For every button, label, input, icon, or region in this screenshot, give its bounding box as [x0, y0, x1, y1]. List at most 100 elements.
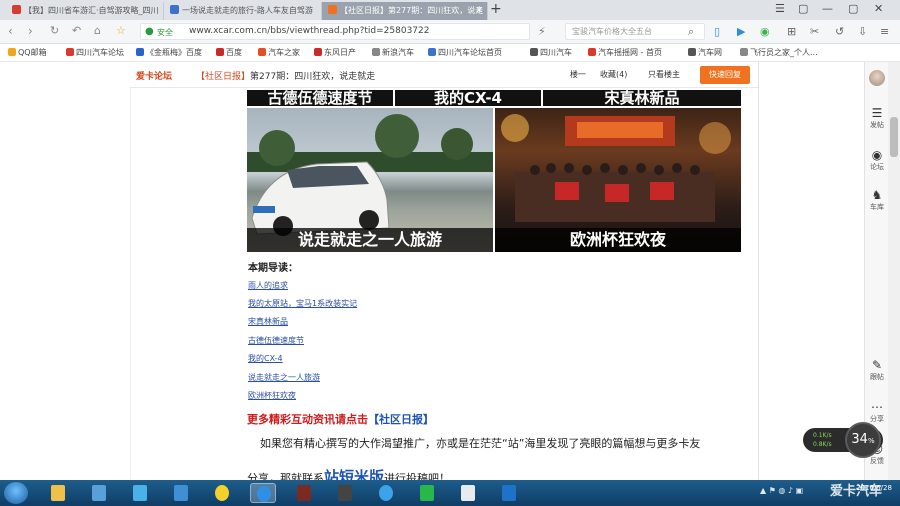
page-divider	[130, 88, 131, 480]
menu-icon[interactable]: ≡	[880, 25, 889, 38]
browser-tab-active[interactable]: 【社区日报】第277期：四川狂欢，说走 ✕	[322, 2, 488, 20]
taskbar-app[interactable]	[455, 483, 481, 503]
bookmark-label: 汽车网	[698, 48, 722, 57]
taskbar-app[interactable]	[168, 483, 194, 503]
sidebar-item-reply[interactable]: ✎ 跟帖	[865, 358, 889, 382]
bookmark[interactable]: 汽车摇摇网 - 首页	[588, 47, 662, 58]
toc-link[interactable]: 古德伍德速度节	[248, 335, 304, 346]
browser-tab[interactable]: 【我】四川省车游汇·自驾游攻略_四川	[6, 2, 164, 20]
bookmark-label: 新浪汽车	[382, 48, 414, 57]
only-author-link[interactable]: 只看楼主	[648, 69, 680, 80]
taskbar-app[interactable]	[414, 483, 440, 503]
minimize-button[interactable]: —	[822, 2, 833, 15]
first-floor-link[interactable]: 楼一	[570, 69, 586, 80]
bookmark[interactable]: 东风日产	[314, 47, 356, 58]
taskbar-app[interactable]	[45, 483, 71, 503]
toc-link[interactable]: 说走就走之一人旅游	[248, 372, 320, 383]
undo-icon[interactable]: ↺	[835, 25, 844, 38]
toc-link[interactable]: 我的太原站，宝马1系改装实记	[248, 298, 357, 309]
taskbar-app[interactable]	[332, 483, 358, 503]
scissors-icon[interactable]: ✂	[810, 25, 819, 38]
bookmark[interactable]: 汽车网	[688, 47, 722, 58]
taskbar-app[interactable]	[127, 483, 153, 503]
download-icon[interactable]: ⇩	[858, 25, 867, 38]
sidebar-item-post[interactable]: ☰ 发帖	[865, 106, 889, 130]
system-tray[interactable]: ▲ ⚑ ◍ ♪ ▣	[760, 486, 803, 495]
taskbar-app[interactable]	[86, 483, 112, 503]
image-strip: 我的CX-4	[395, 90, 541, 106]
bookmark-label: 四川汽车	[540, 48, 572, 57]
bookmark[interactable]: 四川汽车论坛	[66, 47, 124, 58]
forward-icon[interactable]: ›	[28, 24, 33, 38]
undo-icon[interactable]: ↶	[72, 24, 81, 37]
bookmark[interactable]: 新浪汽车	[372, 47, 414, 58]
qq-icon	[215, 485, 229, 501]
search-input[interactable]: 宝骏汽车价格大全五台	[565, 23, 705, 40]
search-icon[interactable]: ⌕	[688, 25, 694, 39]
taskbar-app[interactable]	[373, 483, 399, 503]
taskbar-app[interactable]	[209, 483, 235, 503]
tab-label: 【社区日报】第277期：四川狂欢，说走	[340, 6, 484, 15]
home-icon[interactable]: ⌂	[94, 24, 101, 37]
promo-link[interactable]: 【社区日报】	[368, 413, 434, 426]
favorite-link[interactable]: 收藏(4)	[600, 69, 627, 80]
back-icon[interactable]: ‹	[8, 24, 13, 38]
photo-solo-trip[interactable]: 说走就走之一人旅游	[247, 108, 493, 252]
percent-value: 34	[851, 432, 868, 447]
photo-euro-cup[interactable]: 欧洲杯狂欢夜	[495, 108, 741, 252]
network-speed-widget[interactable]: 0.1K/s 0.8K/s 34%	[803, 422, 883, 458]
promo-text: 更多精彩互动资讯请点击	[247, 413, 368, 426]
bookmark[interactable]: 飞行员之家_个人...	[740, 47, 818, 58]
star-icon[interactable]: ☆	[116, 24, 126, 37]
avatar[interactable]	[869, 70, 885, 86]
sidebar-label: 发帖	[870, 121, 884, 129]
thread-header: 爱卡论坛 【社区日报】第277期：四川狂欢，说走就走 楼一 收藏(4) 只看楼主…	[130, 62, 758, 88]
toc-link[interactable]: 我的CX-4	[248, 353, 283, 364]
scrollbar-thumb[interactable]	[890, 117, 898, 157]
url-bar[interactable]: ● 安全 www.xcar.com.cn/bbs/viewthread.php?…	[140, 23, 530, 40]
taskbar-app-browser[interactable]	[250, 483, 276, 503]
bookmark[interactable]: 四川汽车	[530, 47, 572, 58]
site-brand[interactable]: 爱卡论坛	[136, 69, 172, 82]
close-window-button[interactable]: ✕	[874, 2, 883, 15]
bookmark[interactable]: QQ邮箱	[8, 47, 47, 58]
bookmark[interactable]: 四川汽车论坛首页	[428, 47, 502, 58]
toc-link[interactable]: 宋真林新品	[248, 316, 288, 327]
browser-tab[interactable]: 一场说走就走的旅行-路人车友自驾游	[164, 2, 322, 20]
new-tab-button[interactable]: +	[490, 1, 502, 17]
bookmark-icon	[688, 48, 696, 56]
bookmark[interactable]: 百度	[216, 47, 242, 58]
bookmark-icon	[428, 48, 436, 56]
network-icon	[133, 485, 147, 501]
tab-label: 【我】四川省车游汇·自驾游攻略_四川	[24, 6, 159, 15]
start-button[interactable]	[4, 482, 28, 504]
image-strip: 古德伍德速度节	[247, 90, 393, 106]
bookmark[interactable]: 《金瓶梅》百度	[136, 47, 202, 58]
play-icon[interactable]: ▶	[737, 25, 745, 38]
web-page: 爱卡论坛 【社区日报】第277期：四川狂欢，说走就走 楼一 收藏(4) 只看楼主…	[0, 62, 864, 486]
maximize-button[interactable]: ▢	[848, 2, 858, 15]
taskbar-app[interactable]	[291, 483, 317, 503]
grid-icon[interactable]: ⊞	[787, 25, 796, 38]
phone-icon[interactable]: ▯	[714, 25, 720, 38]
url-text[interactable]: www.xcar.com.cn/bbs/viewthread.php?tid=2…	[189, 26, 429, 36]
close-tab-icon[interactable]: ✕	[475, 2, 483, 20]
sidebar-item-garage[interactable]: ♞ 车库	[865, 188, 889, 212]
security-hint: 安全	[157, 28, 173, 37]
quick-reply-button[interactable]: 快速回复	[700, 66, 750, 84]
game-icon[interactable]: ◉	[760, 25, 770, 38]
lightning-icon[interactable]: ⚡	[538, 25, 546, 38]
restore-icon[interactable]: ▢	[798, 2, 808, 15]
menu-icon[interactable]: ☰	[775, 2, 785, 15]
sidebar-item-share[interactable]: ⋯ 分享	[865, 400, 889, 424]
tab-favicon-icon	[12, 5, 21, 14]
toc-link[interactable]: 欧洲杯狂欢夜	[248, 390, 296, 401]
bookmark[interactable]: 汽车之家	[258, 47, 300, 58]
vertical-scrollbar[interactable]	[888, 62, 900, 480]
media-player-icon	[338, 485, 352, 501]
taskbar-app[interactable]	[496, 483, 522, 503]
sidebar-item-forum[interactable]: ◉ 论坛	[865, 148, 889, 172]
toc-link[interactable]: 雨人的追求	[248, 280, 288, 291]
forum-icon: ◉	[871, 148, 883, 162]
reload-icon[interactable]: ↻	[50, 24, 59, 37]
